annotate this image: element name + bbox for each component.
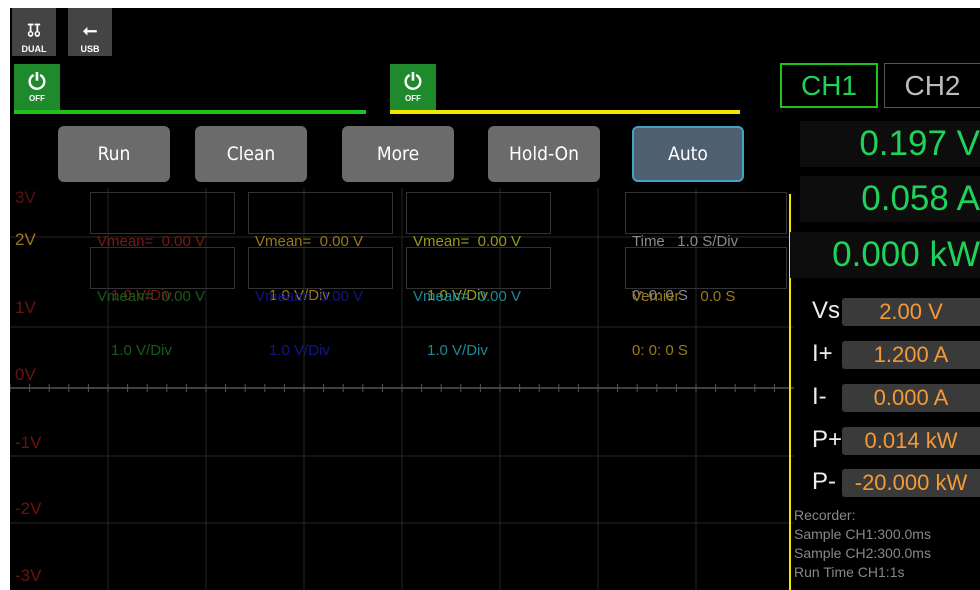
output1-state: OFF: [29, 93, 45, 103]
current-reading: 0.058 A: [800, 176, 980, 222]
auto-button[interactable]: Auto: [632, 126, 744, 182]
usb-label: USB: [80, 44, 100, 54]
vernier-line2: 0: 0: 0 S: [632, 342, 688, 359]
measure-line2: 1.0 V/Div: [111, 342, 172, 359]
measure-line2: 1.0 V/Div: [269, 342, 330, 359]
output1-power-button[interactable]: ⏻ OFF: [14, 64, 60, 110]
usb-indicator[interactable]: ⭠ USB: [68, 8, 112, 56]
setting-i-plus-label: I+: [812, 340, 833, 367]
recorder-run-time-ch1: Run Time CH1:1s: [794, 564, 905, 580]
y-label-neg1v: -1V: [15, 433, 42, 452]
y-label-neg3v: -3V: [15, 566, 42, 585]
setting-vs-label: Vs: [812, 297, 841, 324]
setting-i-minus-label: I-: [812, 383, 827, 410]
clean-button[interactable]: Clean: [195, 126, 307, 182]
power-reading: 0.000 kW: [790, 232, 980, 278]
output1-bar: [14, 110, 366, 114]
power-icon: ⏻: [404, 68, 422, 94]
setting-p-plus-label: P+: [812, 426, 843, 453]
dual-output-icon: ⫱⫱: [27, 20, 41, 40]
y-label-neg2v: -2V: [15, 499, 42, 518]
tab-ch1[interactable]: CH1: [780, 63, 878, 108]
output2-bar: [390, 110, 740, 114]
more-button[interactable]: More: [342, 126, 454, 182]
measure-box-ch-blue[interactable]: Vmean= 0.00 V 1.0 V/Div: [248, 247, 393, 359]
voltage-reading: 0.197 V: [800, 121, 980, 167]
y-label-3v: 3V: [15, 188, 36, 207]
y-label-0v: 0V: [15, 365, 36, 384]
measure-line1: Vmean= 0.00 V: [413, 288, 521, 305]
setting-p-plus-value[interactable]: 0.014 kW: [842, 427, 980, 455]
y-label-1v: 1V: [15, 298, 36, 317]
hold-on-button[interactable]: Hold-On: [488, 126, 600, 182]
setting-i-minus-value[interactable]: 0.000 A: [842, 384, 980, 412]
vernier-line1: Vernier 0.0 S: [632, 288, 736, 305]
setting-vs[interactable]: Vs 2.00 V: [794, 295, 980, 327]
measure-box-ch-orange[interactable]: Vmean= 0.00 V 1.0 V/Div: [248, 192, 393, 304]
run-button[interactable]: Run: [58, 126, 170, 182]
output2-state: OFF: [405, 93, 421, 103]
setting-p-minus-value[interactable]: -20.000 kW: [842, 469, 980, 497]
y-label-2v: 2V: [15, 230, 36, 249]
vernier-box[interactable]: Vernier 0.0 S 0: 0: 0 S: [625, 247, 787, 359]
measure-box-ch-cyan[interactable]: Vmean= 0.00 V 1.0 V/Div: [406, 247, 551, 359]
power-icon: ⏻: [28, 68, 46, 94]
setting-vs-value[interactable]: 2.00 V: [842, 298, 980, 326]
setting-p-plus[interactable]: P+ 0.014 kW: [794, 424, 980, 456]
measure-line2: 1.0 V/Div: [427, 342, 488, 359]
measure-line1: Vmean= 0.00 V: [97, 288, 205, 305]
setting-i-plus-value[interactable]: 1.200 A: [842, 341, 980, 369]
recorder-sample-ch1: Sample CH1:300.0ms: [794, 526, 931, 542]
measure-box-ch-green[interactable]: Vmean= 0.00 V 1.0 V/Div: [90, 247, 235, 359]
setting-i-plus[interactable]: I+ 1.200 A: [794, 338, 980, 370]
instrument-screen: ⫱⫱ DUAL ⭠ USB ⏻ OFF ⏻ OFF Run Clean More…: [10, 8, 980, 590]
usb-icon: ⭠: [82, 20, 98, 40]
time-div-box[interactable]: Time 1.0 S/Div 0: 0: 0 S: [625, 192, 787, 304]
tab-ch2[interactable]: CH2: [884, 63, 980, 108]
dual-label: DUAL: [21, 44, 47, 54]
setting-p-minus-label: P-: [812, 468, 836, 495]
dual-mode-indicator[interactable]: ⫱⫱ DUAL: [12, 8, 56, 56]
measure-box-ch-red[interactable]: Vmean= 0.00 V 1.0 V/Div: [90, 192, 235, 304]
setting-p-minus[interactable]: P- -20.000 kW: [794, 466, 980, 498]
recorder-sample-ch2: Sample CH2:300.0ms: [794, 545, 931, 561]
recorder-title: Recorder:: [794, 507, 856, 523]
setting-i-minus[interactable]: I- 0.000 A: [794, 381, 980, 413]
output2-power-button[interactable]: ⏻ OFF: [390, 64, 436, 110]
measure-line1: Vmean= 0.00 V: [255, 288, 363, 305]
measure-box-ch-yellow[interactable]: Vmean= 0.00 V 1.0 V/Div: [406, 192, 551, 304]
